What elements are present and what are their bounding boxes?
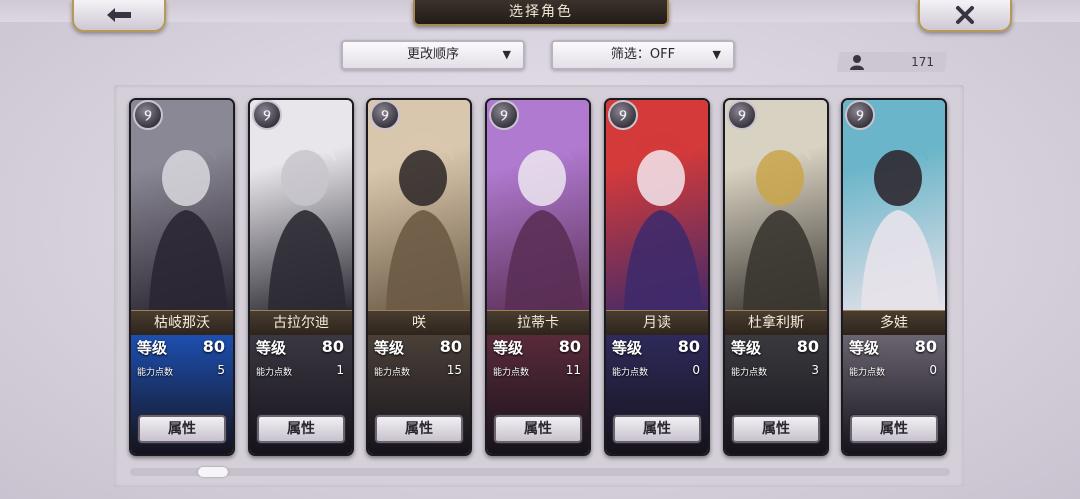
ability-points-label: 能力点数 <box>137 368 174 378</box>
ability-points-value: 1 <box>336 363 344 377</box>
character-stats: 等级 80 能力点数 0 属性 <box>606 335 708 454</box>
close-button[interactable] <box>918 0 1012 32</box>
chevron-down-icon: ▼ <box>502 48 511 61</box>
attributes-button[interactable]: 属性 <box>257 415 345 443</box>
back-arrow-icon <box>107 8 131 22</box>
roster-count-badge: 171 <box>836 52 948 72</box>
character-card[interactable]: ୨ 月读 等级 80 能力点数 0 属性 <box>604 98 710 456</box>
character-card[interactable]: ୨ 拉蒂卡 等级 80 能力点数 11 属性 <box>485 98 591 456</box>
level-label: 等级 <box>256 339 287 357</box>
level-value: 80 <box>558 337 581 356</box>
character-portrait[interactable] <box>368 100 470 310</box>
character-art <box>268 132 346 310</box>
character-portrait[interactable] <box>250 100 352 310</box>
skill-key-icon: ୨ <box>252 100 282 130</box>
ability-points-label: 能力点数 <box>256 368 293 378</box>
level-label: 等级 <box>612 339 643 357</box>
character-art <box>861 132 939 310</box>
attributes-button[interactable]: 属性 <box>375 415 463 443</box>
attributes-button[interactable]: 属性 <box>613 415 701 443</box>
ability-points-value: 0 <box>692 363 700 377</box>
ability-points-value: 5 <box>217 363 225 377</box>
horizontal-scrollbar[interactable] <box>130 467 950 477</box>
back-button[interactable] <box>72 0 166 32</box>
ability-points-value: 11 <box>565 363 581 377</box>
level-label: 等级 <box>849 339 880 357</box>
attributes-button[interactable]: 属性 <box>732 415 820 443</box>
page-title: 选择角色 <box>413 0 669 26</box>
character-portrait[interactable] <box>606 100 708 310</box>
level-value: 80 <box>796 337 819 356</box>
character-stats: 等级 80 能力点数 0 属性 <box>843 335 945 454</box>
character-portrait[interactable] <box>131 100 233 310</box>
attributes-button[interactable]: 属性 <box>494 415 582 443</box>
character-name: 拉蒂卡 <box>487 310 589 336</box>
level-label: 等级 <box>137 339 168 357</box>
character-name: 月读 <box>606 310 708 336</box>
filter-dropdown[interactable]: 筛选：OFF ▼ <box>551 40 735 70</box>
character-stats: 等级 80 能力点数 3 属性 <box>725 335 827 454</box>
ability-points-value: 15 <box>446 363 462 377</box>
character-card[interactable]: ୨ 咲 等级 80 能力点数 15 属性 <box>366 98 472 456</box>
character-art <box>624 132 702 310</box>
ability-points-label: 能力点数 <box>731 368 768 378</box>
level-value: 80 <box>439 337 462 356</box>
level-label: 等级 <box>731 339 762 357</box>
close-icon <box>956 6 974 24</box>
skill-key-icon: ୨ <box>845 100 875 130</box>
attributes-button[interactable]: 属性 <box>138 415 226 443</box>
character-card[interactable]: ୨ 古拉尔迪 等级 80 能力点数 1 属性 <box>248 98 354 456</box>
person-icon <box>850 55 864 70</box>
skill-key-icon: ୨ <box>133 100 163 130</box>
ability-points-label: 能力点数 <box>849 368 886 378</box>
ability-points-label: 能力点数 <box>612 368 649 378</box>
character-name: 咲 <box>368 310 470 336</box>
ability-points-value: 3 <box>811 363 819 377</box>
change-order-label: 更改顺序 <box>406 47 459 62</box>
skill-key-icon: ୨ <box>489 100 519 130</box>
level-value: 80 <box>677 337 700 356</box>
roster-count: 171 <box>911 55 934 69</box>
character-stats: 等级 80 能力点数 5 属性 <box>131 335 233 454</box>
character-name: 枯岐那沃 <box>131 310 233 336</box>
character-card[interactable]: ୨ 杜拿利斯 等级 80 能力点数 3 属性 <box>723 98 829 456</box>
character-portrait[interactable] <box>725 100 827 310</box>
skill-key-icon: ୨ <box>370 100 400 130</box>
character-name: 杜拿利斯 <box>725 310 827 336</box>
ability-points-label: 能力点数 <box>493 368 530 378</box>
chevron-down-icon: ▼ <box>712 48 721 61</box>
character-art <box>505 132 583 310</box>
level-label: 等级 <box>493 339 524 357</box>
character-stats: 等级 80 能力点数 1 属性 <box>250 335 352 454</box>
ability-points-value: 0 <box>929 363 937 377</box>
skill-key-icon: ୨ <box>608 100 638 130</box>
character-portrait[interactable] <box>487 100 589 310</box>
attributes-button[interactable]: 属性 <box>850 415 938 443</box>
skill-key-icon: ୨ <box>727 100 757 130</box>
character-name: 多娃 <box>843 310 945 336</box>
level-value: 80 <box>914 337 937 356</box>
character-stats: 等级 80 能力点数 15 属性 <box>368 335 470 454</box>
character-art <box>743 132 821 310</box>
scrollbar-thumb[interactable] <box>198 467 228 477</box>
filter-label: 筛选：OFF <box>610 47 676 62</box>
ability-points-label: 能力点数 <box>374 368 411 378</box>
character-art <box>149 132 227 310</box>
character-portrait[interactable] <box>843 100 945 310</box>
character-art <box>386 132 464 310</box>
level-label: 等级 <box>374 339 405 357</box>
character-card[interactable]: ୨ 枯岐那沃 等级 80 能力点数 5 属性 <box>129 98 235 456</box>
character-card[interactable]: ୨ 多娃 等级 80 能力点数 0 属性 <box>841 98 947 456</box>
level-value: 80 <box>202 337 225 356</box>
character-name: 古拉尔迪 <box>250 310 352 336</box>
level-value: 80 <box>321 337 344 356</box>
change-order-dropdown[interactable]: 更改顺序 ▼ <box>341 40 525 70</box>
character-stats: 等级 80 能力点数 11 属性 <box>487 335 589 454</box>
